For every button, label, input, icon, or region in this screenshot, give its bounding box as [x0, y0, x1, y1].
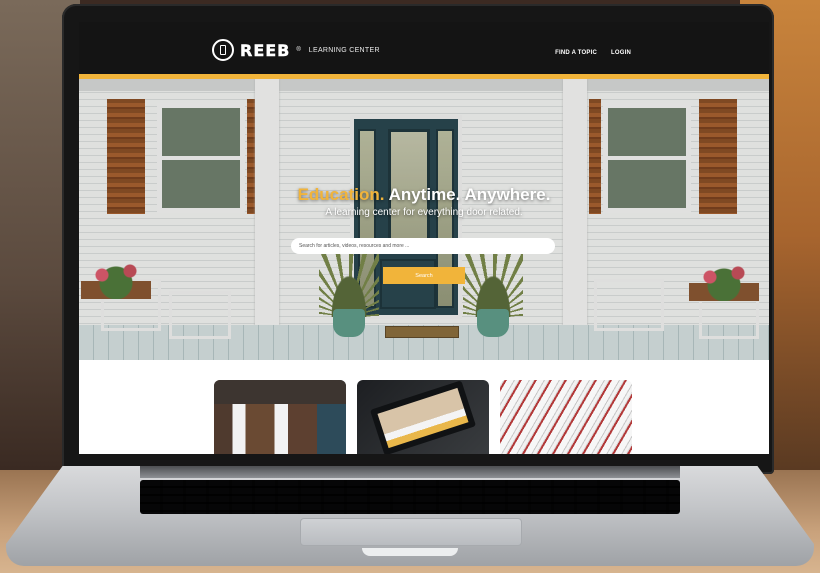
- topic-card-resources[interactable]: [500, 380, 632, 454]
- main-nav: FIND A TOPIC LOGIN: [555, 50, 631, 56]
- logo-subtitle: LEARNING CENTER: [308, 46, 380, 54]
- topic-card-videos[interactable]: [357, 380, 489, 454]
- hero-subtitle: A learning center for everything door re…: [325, 207, 523, 218]
- site-logo[interactable]: REEB ® LEARNING CENTER: [212, 39, 380, 61]
- hero-title: Education. Anytime. Anywhere.: [79, 185, 769, 205]
- laptop-keyboard: [140, 480, 680, 514]
- laptop-hinge: [140, 466, 680, 478]
- laptop-notch: [362, 548, 458, 556]
- topic-card-doors[interactable]: [214, 380, 346, 454]
- laptop-image: [369, 380, 477, 454]
- nav-find-a-topic[interactable]: FIND A TOPIC: [555, 50, 597, 56]
- topic-cards: [79, 360, 769, 454]
- hero-overlay: [79, 79, 769, 360]
- hero-title-rest: Anytime. Anywhere.: [388, 185, 551, 204]
- search-input[interactable]: [291, 238, 555, 254]
- logo-text: REEB: [240, 40, 291, 60]
- logo-registered-mark: ®: [296, 47, 301, 53]
- laptop-trackpad: [300, 518, 522, 546]
- hero-section: Education. Anytime. Anywhere. A learning…: [79, 79, 769, 360]
- laptop-screen: REEB ® LEARNING CENTER FIND A TOPIC LOGI…: [79, 22, 769, 454]
- door-logo-icon: [212, 39, 234, 61]
- search-button[interactable]: Search: [383, 267, 465, 284]
- site-header: REEB ® LEARNING CENTER FIND A TOPIC LOGI…: [79, 22, 769, 74]
- nav-login[interactable]: LOGIN: [611, 50, 631, 56]
- hero-title-accent: Education.: [297, 185, 385, 204]
